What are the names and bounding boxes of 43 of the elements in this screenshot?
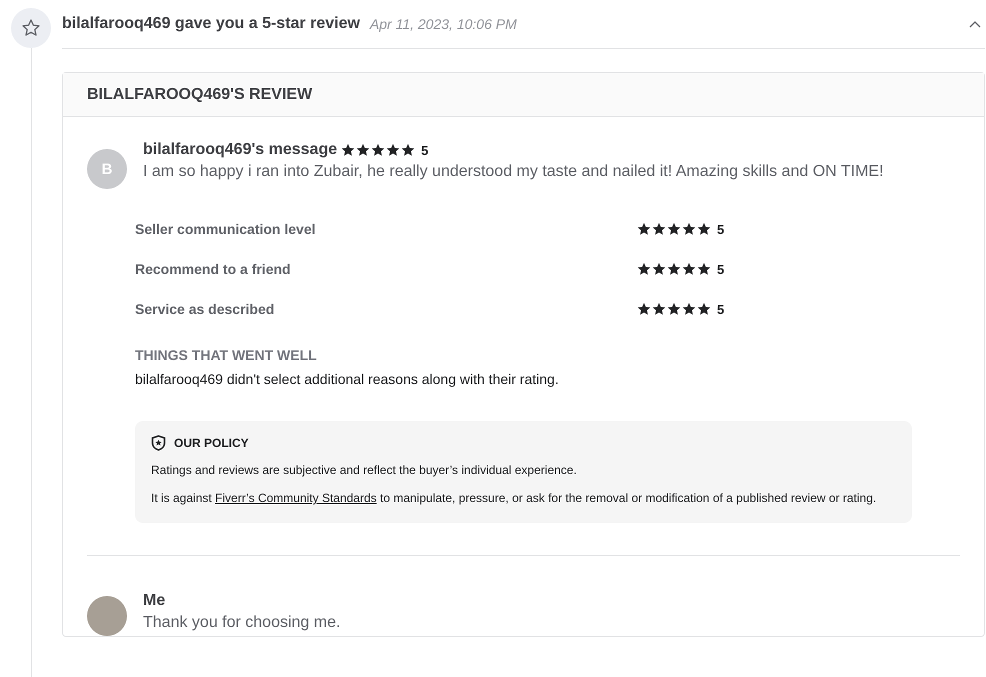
star-icon (356, 143, 370, 157)
star-icon (637, 222, 651, 236)
policy-text: Ratings and reviews are subjective and reflect the buyer’s individual experience. (151, 462, 578, 479)
star-icon (697, 262, 711, 276)
section-heading: THINGS THAT WENT WELL (135, 347, 318, 363)
star-icon (652, 302, 666, 316)
event-time: Apr 11, 2023, 10:06 PM (370, 16, 517, 32)
star-icon (652, 222, 666, 236)
shield-icon (151, 435, 166, 451)
rating-value: 5 (717, 302, 724, 316)
star-icon (682, 262, 696, 276)
reply-author: Me (143, 592, 166, 609)
criterion-label: Service as described (135, 301, 276, 317)
star-icon (386, 143, 400, 157)
star-icon (637, 262, 651, 276)
went-well-text: bilalfarooq469 didn't select additional reasons along with their rating. (135, 371, 560, 387)
chevron-icon (969, 20, 981, 28)
policy-title: OUR POLICY (174, 436, 249, 450)
star-icon (682, 222, 696, 236)
star-icon (371, 143, 386, 157)
star-icon (637, 302, 651, 316)
reply-message: Thank you for choosing me. (143, 614, 340, 632)
star-icon (682, 302, 696, 316)
star-icon (652, 262, 666, 276)
star-icon (667, 222, 681, 236)
community-standards-link[interactable]: Fiverr’s Community Standards (215, 491, 377, 505)
star-icon (697, 302, 711, 316)
star-icon (697, 222, 711, 236)
review-heading: BILALFAROOQ469'S REVIEW (63, 73, 984, 117)
policy-text: It is against Fiverr’s Community Standards to manipulate, pressure, or ask for the removal or modification of a published review or rating. (151, 490, 878, 507)
rating-value: 5 (717, 222, 724, 236)
message-author: bilalfarooq469's message (143, 141, 338, 159)
rating-value: 5 (717, 262, 724, 276)
rating-value: 5 (421, 142, 428, 158)
avatar-photo (87, 596, 127, 636)
star-icon (401, 143, 416, 157)
star-icon (341, 143, 356, 157)
criterion-label: Seller communication level (135, 221, 317, 237)
star-icon (667, 262, 681, 276)
event-title: bilalfarooq469 gave you a 5-star review (62, 15, 360, 33)
review-message: I am so happy i ran into Zubair, he really understood my taste and nailed it! Amazing skills and ON TIME! (143, 163, 884, 181)
criterion-label: Recommend to a friend (135, 261, 292, 277)
star-icon (667, 302, 681, 316)
